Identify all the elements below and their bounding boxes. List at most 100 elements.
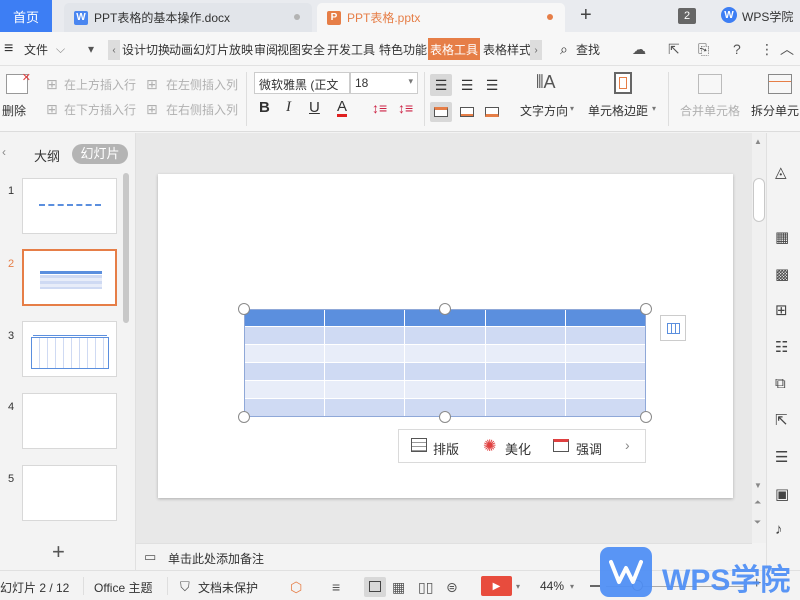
menu-features[interactable]: 特色功能 (379, 32, 427, 66)
scroll-up-icon[interactable]: ▲ (754, 137, 762, 146)
tab-table-style[interactable]: 表格样式 (483, 32, 531, 66)
presenter-view-icon[interactable]: ⊜ (446, 579, 458, 596)
cloud-sync-icon[interactable]: ☁ (632, 32, 646, 66)
file-menu[interactable]: 文件 (24, 32, 48, 66)
notes-placeholder[interactable]: 单击此处添加备注 (168, 550, 264, 567)
chevron-down-icon[interactable]: ▾ (570, 582, 574, 591)
notes-bar[interactable]: ▭ 单击此处添加备注 (136, 543, 752, 570)
resize-handle[interactable] (640, 303, 652, 315)
resize-handle[interactable] (439, 411, 451, 423)
next-slide-icon[interactable]: ⏷ (754, 517, 761, 528)
slide-thumbnail-2[interactable] (22, 249, 117, 306)
picture-pane-icon[interactable]: ⧉ (775, 375, 786, 392)
tab-table-tools[interactable]: 表格工具 (428, 38, 481, 60)
menu-security[interactable]: 安全 (301, 32, 325, 66)
slide-table[interactable] (244, 309, 646, 417)
more-icon[interactable]: ⋮ (760, 32, 774, 66)
bold-button[interactable]: B (259, 99, 270, 116)
delete-button[interactable]: 删除 (2, 102, 26, 119)
scroll-right-icon[interactable]: › (530, 40, 542, 60)
image-pane-icon[interactable]: ▣ (775, 485, 789, 503)
merge-cells-button[interactable]: 合并单元格 (680, 102, 740, 119)
notes-toggle-icon[interactable]: ≡ (332, 579, 340, 595)
zoom-level[interactable]: 44% (540, 579, 564, 593)
resize-handle[interactable] (640, 411, 652, 423)
menu-view[interactable]: 视图 (277, 32, 301, 66)
insert-below-button[interactable]: 在下方插入行 (64, 101, 136, 118)
collapse-panel-icon[interactable]: ‹ (2, 145, 6, 159)
slide-thumbnail-5[interactable] (22, 465, 117, 521)
slide-thumbnail-1[interactable] (22, 178, 117, 234)
chevron-down-icon[interactable]: ▾ (516, 582, 520, 591)
new-tab-button[interactable]: + (580, 4, 592, 27)
resize-handle[interactable] (439, 303, 451, 315)
panel-scrollbar[interactable] (123, 173, 129, 323)
menu-slideshow[interactable]: 幻灯片放映 (193, 32, 253, 66)
menu-developer[interactable]: 开发工具 (327, 32, 375, 66)
audio-pane-icon[interactable]: ♪ (775, 521, 783, 538)
align-center-icon[interactable]: ☰ (456, 74, 478, 96)
help-icon[interactable]: ? (733, 32, 741, 66)
normal-view-button[interactable] (364, 577, 386, 597)
insert-right-button[interactable]: 在右侧插入列 (166, 101, 238, 118)
para-spacing-icon[interactable]: ↕≡ (398, 100, 413, 116)
share-icon[interactable]: ⇱ (668, 32, 680, 66)
menu-review[interactable]: 审阅 (254, 32, 278, 66)
doc-tab-ppt[interactable]: P PPT表格.pptx (317, 3, 565, 32)
tab-slides[interactable]: 幻灯片 (72, 144, 128, 164)
search-label[interactable]: 查找 (576, 32, 600, 66)
split-cells-button[interactable]: 拆分单元 (751, 102, 799, 119)
font-family-select[interactable]: 微软雅黑 (正文 (254, 72, 350, 94)
insert-above-button[interactable]: 在上方插入行 (64, 76, 136, 93)
beautify-status-icon[interactable]: ⬡ (290, 579, 302, 596)
resize-handle[interactable] (238, 303, 250, 315)
menu-animation[interactable]: 动画 (169, 32, 193, 66)
sorter-view-icon[interactable]: ▦ (392, 579, 405, 596)
delete-table-icon[interactable]: ✕ (6, 72, 31, 94)
prev-slide-icon[interactable]: ⏶ (754, 497, 761, 508)
collapse-icon[interactable]: ︿ (780, 32, 794, 66)
line-spacing-icon[interactable]: ↕≡ (372, 100, 387, 116)
layout-button[interactable]: 排版 (433, 439, 459, 458)
resize-handle[interactable] (238, 411, 250, 423)
tab-outline[interactable]: 大纲 (34, 146, 60, 165)
menu-design[interactable]: 设计 (122, 32, 146, 66)
font-size-select[interactable]: 18 ▾ (350, 72, 418, 94)
italic-button[interactable]: I (286, 99, 291, 116)
valign-middle-icon[interactable] (456, 102, 478, 122)
underline-button[interactable]: U (309, 99, 320, 116)
export-icon[interactable]: ⎘ (698, 32, 709, 66)
shape-icon[interactable]: ◬ (775, 163, 787, 181)
canvas-scrollbar[interactable]: ▲ ▼ ⏶ ⏷ (752, 133, 766, 543)
play-slideshow-button[interactable]: ▶ (481, 576, 512, 596)
doc-tab-word[interactable]: W PPT表格的基本操作.docx (64, 3, 312, 32)
cell-margin-button[interactable]: 单元格边距 (588, 102, 648, 119)
slide-thumbnail-4[interactable] (22, 393, 117, 449)
text-direction-button[interactable]: 文字方向 (520, 102, 568, 119)
menu-transition[interactable]: 切换 (146, 32, 170, 66)
scroll-thumb[interactable] (753, 178, 765, 222)
align-right-icon[interactable]: ☰ (481, 74, 503, 96)
style-pane-icon[interactable]: ⊞ (775, 301, 788, 319)
valign-top-icon[interactable] (430, 102, 452, 122)
align-left-icon[interactable]: ☰ (430, 74, 452, 96)
hamburger-icon[interactable]: ≡ (4, 32, 13, 66)
insert-left-button[interactable]: 在左侧插入列 (166, 76, 238, 93)
valign-bottom-icon[interactable] (481, 102, 503, 122)
scroll-left-icon[interactable]: ‹ (108, 40, 120, 60)
account-label[interactable]: WPS学院 (742, 8, 793, 25)
slide-thumbnail-3[interactable] (22, 321, 117, 377)
emphasis-button[interactable]: 强调 (576, 439, 602, 458)
zoom-out-button[interactable] (590, 585, 600, 587)
scroll-down-icon[interactable]: ▼ (754, 481, 762, 490)
grid-pane-icon[interactable]: ▩ (775, 265, 789, 283)
table-options-button[interactable] (660, 315, 686, 341)
export-pane-icon[interactable]: ⇱ (775, 411, 788, 429)
theme-name[interactable]: Office 主题 (94, 579, 152, 596)
search-icon[interactable]: ⌕ (560, 32, 568, 66)
reading-view-icon[interactable]: ▯▯ (418, 579, 433, 596)
add-slide-button[interactable]: + (52, 539, 65, 565)
beautify-button[interactable]: 美化 (505, 439, 531, 458)
settings-pane-icon[interactable]: ☷ (775, 338, 788, 356)
more-down-icon[interactable]: ▾ (88, 32, 94, 66)
